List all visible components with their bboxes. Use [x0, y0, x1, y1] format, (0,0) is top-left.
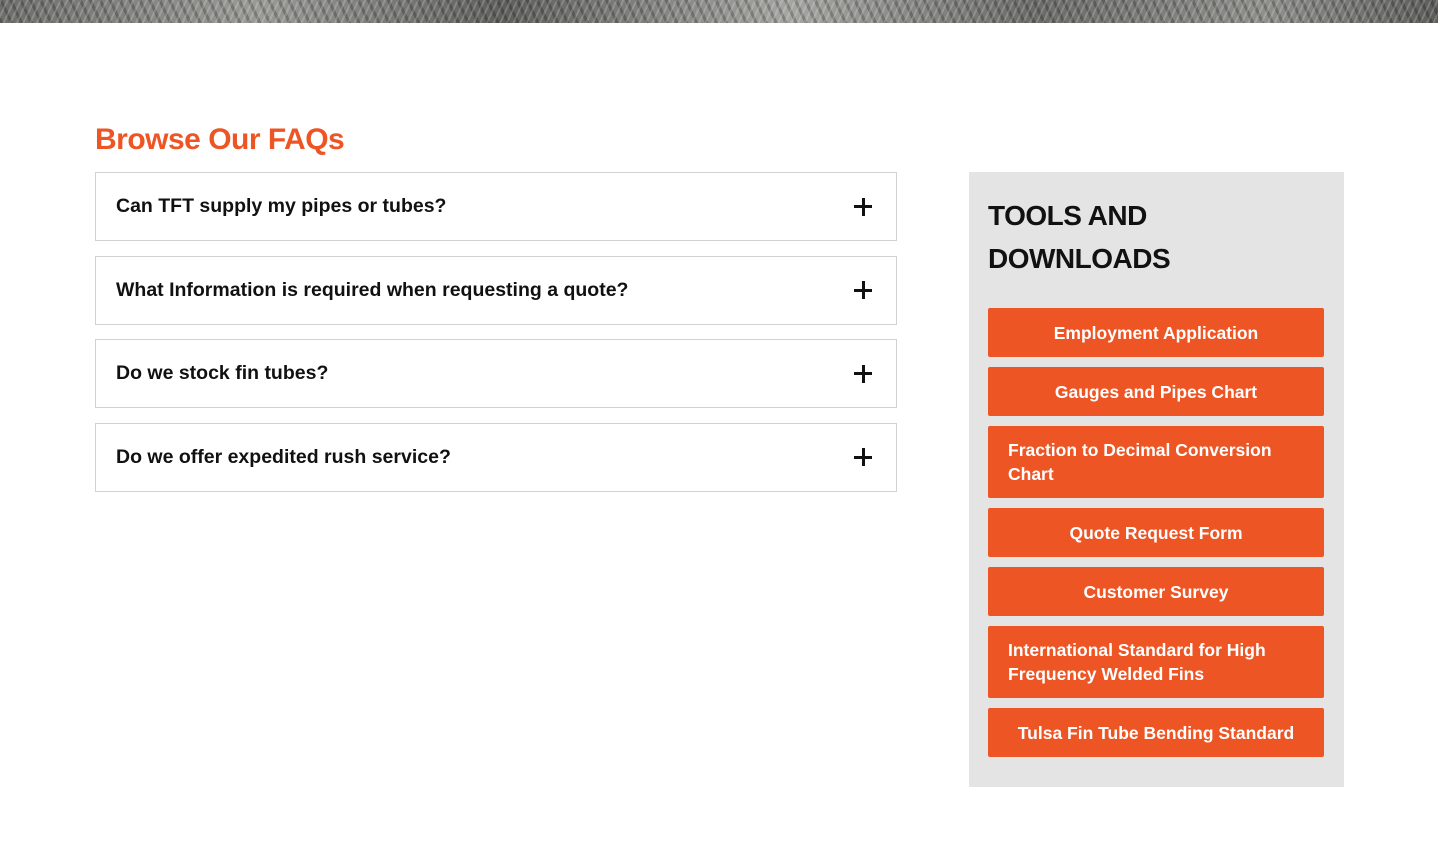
faq-section-title: Browse Our FAQs: [95, 123, 345, 156]
plus-icon[interactable]: [854, 448, 872, 466]
faq-question: Do we stock fin tubes?: [116, 362, 329, 384]
faq-item[interactable]: Do we offer expedited rush service?: [95, 422, 897, 492]
quote-request-form-button[interactable]: Quote Request Form: [988, 508, 1324, 557]
faq-item[interactable]: Can TFT supply my pipes or tubes?: [95, 172, 897, 241]
faq-question: Do we offer expedited rush service?: [116, 445, 451, 468]
tools-downloads-panel: TOOLS AND DOWNLOADS Employment Applicati…: [969, 172, 1344, 787]
plus-icon[interactable]: [854, 364, 872, 383]
bending-standard-button[interactable]: Tulsa Fin Tube Bending Standard: [988, 708, 1324, 757]
gauges-pipes-chart-button[interactable]: Gauges and Pipes Chart: [988, 367, 1324, 416]
hf-welded-fins-standard-button[interactable]: International Standard for High Frequenc…: [988, 626, 1324, 698]
fraction-decimal-chart-button[interactable]: Fraction to Decimal Conversion Chart: [988, 426, 1324, 498]
tools-downloads-title-line2: DOWNLOADS: [988, 243, 1171, 274]
tools-downloads-title-line1: TOOLS AND: [988, 200, 1147, 231]
plus-icon[interactable]: [854, 197, 872, 216]
plus-icon[interactable]: [854, 281, 872, 299]
employment-application-button[interactable]: Employment Application: [988, 308, 1324, 357]
customer-survey-button[interactable]: Customer Survey: [988, 567, 1324, 616]
faq-item[interactable]: Do we stock fin tubes?: [95, 339, 897, 408]
faq-item[interactable]: What Information is required when reques…: [95, 255, 897, 325]
faq-accordion: Can TFT supply my pipes or tubes? What I…: [95, 172, 897, 506]
faq-question: What Information is required when reques…: [116, 278, 629, 301]
tools-downloads-title: TOOLS AND DOWNLOADS: [988, 194, 1208, 280]
faq-question: Can TFT supply my pipes or tubes?: [116, 195, 447, 217]
hero-image-strip: [0, 0, 1438, 23]
